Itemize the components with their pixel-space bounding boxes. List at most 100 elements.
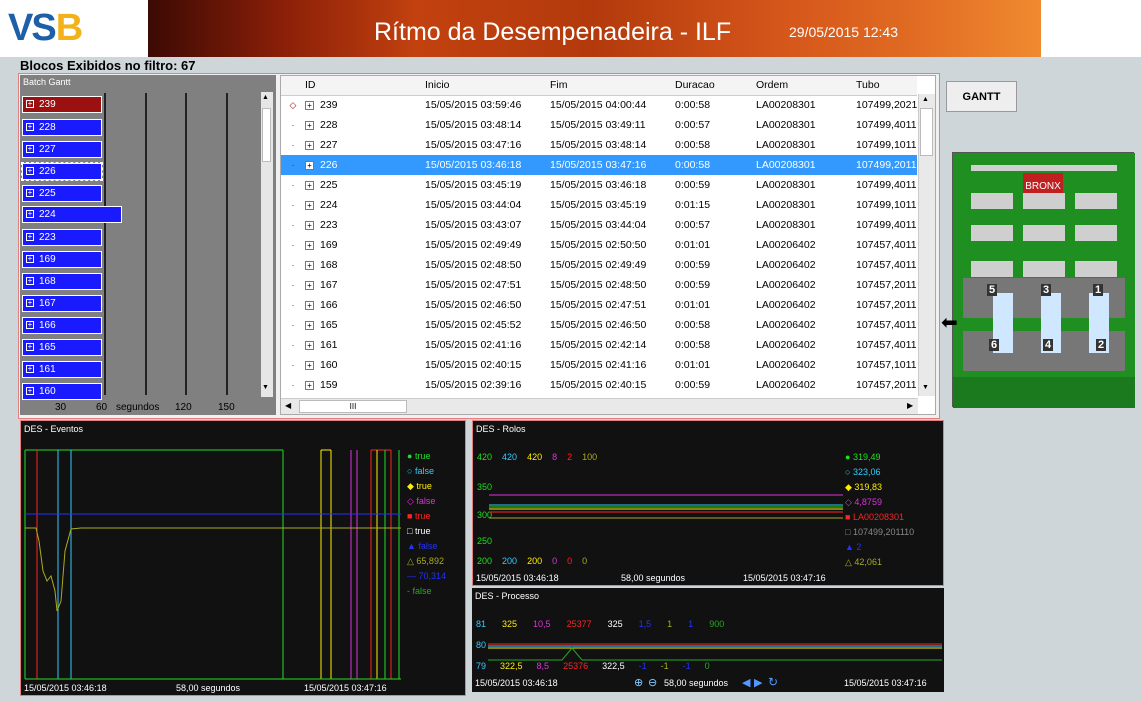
column-header[interactable]: Inicio bbox=[423, 76, 548, 96]
table-row[interactable]: · +224 15/05/2015 03:44:04 15/05/2015 03:45… bbox=[281, 195, 917, 215]
expand-icon[interactable]: + bbox=[305, 201, 314, 210]
table-row[interactable]: · +165 15/05/2015 02:45:52 15/05/2015 02:46… bbox=[281, 315, 917, 335]
gantt-bar[interactable]: +228 bbox=[22, 119, 102, 136]
table-row[interactable]: · +159 15/05/2015 02:39:16 15/05/2015 02:40… bbox=[281, 375, 917, 395]
table-row[interactable]: · +226 15/05/2015 03:46:18 15/05/2015 03:47… bbox=[281, 155, 917, 175]
expand-icon[interactable]: + bbox=[26, 299, 34, 307]
scroll-right-icon[interactable]: ▶ bbox=[907, 401, 913, 410]
header-datetime: 29/05/2015 12:43 bbox=[789, 24, 898, 40]
expand-icon[interactable]: + bbox=[26, 189, 34, 197]
zoom-in-icon[interactable]: ⊕ bbox=[634, 676, 643, 689]
table-row[interactable]: · +228 15/05/2015 03:48:14 15/05/2015 03:49… bbox=[281, 115, 917, 135]
table-cell: 107499,4011 bbox=[854, 115, 917, 135]
table-cell: LA00206402 bbox=[754, 235, 854, 255]
expand-icon[interactable]: + bbox=[26, 255, 34, 263]
column-header[interactable]: ID bbox=[303, 76, 423, 96]
table-cell: +160 bbox=[303, 355, 423, 375]
expand-icon[interactable]: + bbox=[305, 341, 314, 350]
expand-icon[interactable]: + bbox=[305, 161, 314, 170]
nav-prev-icon[interactable]: ◀ bbox=[742, 676, 750, 689]
legend-item: ◆ true bbox=[407, 481, 446, 496]
table-row[interactable]: ◇ +239 15/05/2015 03:59:46 15/05/2015 04:00… bbox=[281, 95, 917, 115]
scroll-thumb[interactable]: III bbox=[299, 400, 407, 413]
expand-icon[interactable]: + bbox=[305, 321, 314, 330]
expand-icon[interactable]: + bbox=[305, 241, 314, 250]
table-row[interactable]: · +168 15/05/2015 02:48:50 15/05/2015 02:49… bbox=[281, 255, 917, 275]
gantt-bar[interactable]: +160 bbox=[22, 383, 102, 400]
gantt-scrollbar[interactable]: ▲ ▼ bbox=[261, 92, 273, 397]
gantt-bar[interactable]: +227 bbox=[22, 141, 102, 158]
gantt-bar[interactable]: +168 bbox=[22, 273, 102, 290]
column-header[interactable]: Tubo bbox=[854, 76, 917, 96]
expand-icon[interactable]: + bbox=[305, 181, 314, 190]
expand-icon[interactable]: + bbox=[26, 100, 34, 108]
legend-item: ■ LA00208301 bbox=[845, 512, 914, 527]
column-header[interactable]: Duracao bbox=[673, 76, 754, 96]
gantt-bar[interactable]: +167 bbox=[22, 295, 102, 312]
expand-icon[interactable]: + bbox=[305, 301, 314, 310]
expand-icon[interactable]: + bbox=[26, 321, 34, 329]
gantt-bar-label: 165 bbox=[39, 342, 56, 353]
expand-icon[interactable]: + bbox=[26, 233, 34, 241]
gantt-bar[interactable]: +165 bbox=[22, 339, 102, 356]
expand-icon[interactable]: + bbox=[26, 343, 34, 351]
gantt-bar[interactable]: +223 bbox=[22, 229, 102, 246]
expand-icon[interactable]: + bbox=[305, 221, 314, 230]
expand-icon[interactable]: + bbox=[305, 141, 314, 150]
expand-icon[interactable]: + bbox=[26, 210, 34, 218]
table-horizontal-scrollbar[interactable]: ◀ III ▶ bbox=[281, 398, 918, 414]
gantt-bar[interactable]: +239 bbox=[22, 96, 102, 113]
legend-marker-icon: ● bbox=[407, 451, 415, 461]
expand-icon[interactable]: + bbox=[26, 365, 34, 373]
gantt-bar[interactable]: +225 bbox=[22, 185, 102, 202]
table-row[interactable]: · +225 15/05/2015 03:45:19 15/05/2015 03:46… bbox=[281, 175, 917, 195]
expand-icon[interactable]: + bbox=[305, 361, 314, 370]
expand-icon[interactable]: + bbox=[305, 121, 314, 130]
gantt-bar[interactable]: +226 bbox=[21, 162, 103, 181]
expand-icon[interactable]: + bbox=[26, 145, 34, 153]
scroll-thumb[interactable] bbox=[262, 108, 271, 162]
expand-icon[interactable]: + bbox=[305, 101, 314, 111]
nav-next-icon[interactable]: ▶ bbox=[754, 676, 762, 689]
table-cell: 15/05/2015 03:48:14 bbox=[423, 115, 548, 135]
table-cell: +165 bbox=[303, 315, 423, 335]
scroll-down-icon[interactable]: ▼ bbox=[262, 384, 269, 391]
scroll-up-icon[interactable]: ▲ bbox=[262, 94, 269, 101]
gantt-bar[interactable]: +224 bbox=[22, 206, 122, 223]
table-row[interactable]: · +161 15/05/2015 02:41:16 15/05/2015 02:42… bbox=[281, 335, 917, 355]
table-row[interactable]: · +223 15/05/2015 03:43:07 15/05/2015 03:44… bbox=[281, 215, 917, 235]
refresh-icon[interactable]: ↻ bbox=[768, 675, 778, 689]
cell-value: 15/05/2015 02:40:15 bbox=[425, 359, 522, 371]
expand-icon[interactable]: + bbox=[26, 123, 34, 131]
expand-icon[interactable]: + bbox=[305, 281, 314, 290]
expand-icon[interactable]: + bbox=[305, 261, 314, 270]
scroll-down-icon[interactable]: ▼ bbox=[922, 384, 929, 391]
cell-value: 15/05/2015 03:48:14 bbox=[425, 119, 522, 131]
cell-value: 15/05/2015 03:44:04 bbox=[550, 219, 647, 231]
table-cell: 0:00:57 bbox=[673, 115, 754, 135]
scroll-left-icon[interactable]: ◀ bbox=[285, 401, 291, 410]
gantt-bar[interactable]: +169 bbox=[22, 251, 102, 268]
table-row[interactable]: · +227 15/05/2015 03:47:16 15/05/2015 03:48… bbox=[281, 135, 917, 155]
table-cell: LA00206402 bbox=[754, 375, 854, 395]
gantt-button[interactable]: GANTT bbox=[946, 81, 1017, 112]
table-row[interactable]: · +166 15/05/2015 02:46:50 15/05/2015 02:47… bbox=[281, 295, 917, 315]
table-row[interactable]: · +160 15/05/2015 02:40:15 15/05/2015 02:41… bbox=[281, 355, 917, 375]
table-vertical-scrollbar[interactable]: ▲ ▼ bbox=[918, 94, 935, 396]
column-header[interactable]: Fim bbox=[548, 76, 673, 96]
expand-icon[interactable]: + bbox=[26, 277, 34, 285]
scroll-thumb[interactable] bbox=[920, 108, 933, 156]
expand-icon[interactable]: + bbox=[305, 381, 314, 390]
expand-icon[interactable]: + bbox=[26, 167, 34, 175]
rolos-span: 58,00 segundos bbox=[621, 573, 686, 583]
zoom-out-icon[interactable]: ⊖ bbox=[648, 676, 657, 689]
gantt-bar[interactable]: +161 bbox=[22, 361, 102, 378]
legend-value: 70,314 bbox=[418, 571, 447, 581]
column-header[interactable]: Ordem bbox=[754, 76, 854, 96]
gantt-bar[interactable]: +166 bbox=[22, 317, 102, 334]
table-row[interactable]: · +167 15/05/2015 02:47:51 15/05/2015 02:48… bbox=[281, 275, 917, 295]
expand-icon[interactable]: + bbox=[26, 387, 34, 395]
table-row[interactable]: · +169 15/05/2015 02:49:49 15/05/2015 02:50… bbox=[281, 235, 917, 255]
scroll-up-icon[interactable]: ▲ bbox=[922, 96, 929, 103]
legend-value: LA00208301 bbox=[852, 512, 904, 522]
